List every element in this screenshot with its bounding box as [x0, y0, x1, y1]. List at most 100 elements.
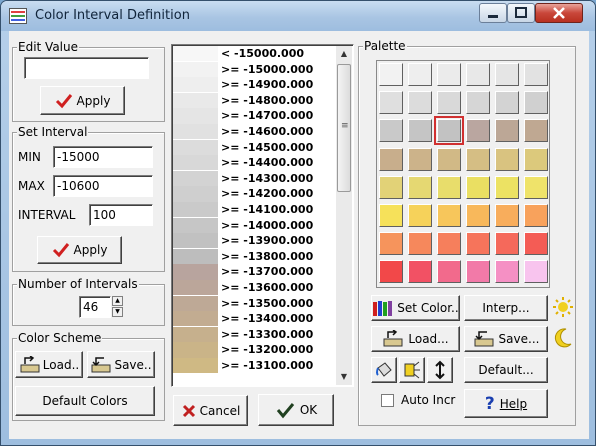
palette-cell[interactable]	[437, 232, 461, 256]
scroll-up-arrow-icon[interactable]: ▲	[336, 46, 352, 62]
palette-cell[interactable]	[408, 63, 432, 86]
palette-cell[interactable]	[379, 119, 403, 143]
palette-cell[interactable]	[524, 175, 548, 199]
edit-value-field[interactable]	[24, 57, 149, 79]
palette-cell[interactable]	[379, 91, 403, 115]
interval-list-scrollbar[interactable]: ▲ ≡ ▼	[336, 46, 352, 385]
default-colors-button[interactable]: Default Colors	[15, 386, 155, 416]
auto-incr-checkbox[interactable]	[381, 394, 394, 407]
interval-swatch	[173, 358, 218, 374]
palette-cell[interactable]	[408, 204, 432, 227]
palette-load-button[interactable]: Load...	[371, 326, 460, 352]
palette-cell[interactable]	[437, 91, 461, 115]
palette-cell[interactable]	[379, 175, 403, 199]
palette-cell[interactable]	[466, 175, 490, 199]
palette-cell[interactable]	[495, 260, 519, 284]
palette-cell[interactable]	[408, 119, 432, 143]
palette-cell[interactable]	[524, 119, 548, 143]
sun-icon[interactable]	[552, 295, 574, 319]
checkmark-icon	[55, 93, 72, 108]
palette-cell[interactable]	[466, 147, 490, 171]
interval-field[interactable]: 100	[89, 204, 153, 226]
palette-cell[interactable]	[495, 63, 519, 86]
minimize-button[interactable]	[479, 3, 507, 23]
min-field[interactable]: -15000	[53, 146, 153, 168]
scheme-load-button[interactable]: Load..	[15, 351, 83, 378]
palette-cell[interactable]	[437, 175, 461, 199]
palette-cell[interactable]	[466, 63, 490, 86]
window-title: Color Interval Definition	[35, 8, 190, 23]
palette-cell[interactable]	[466, 232, 490, 256]
palette-cell[interactable]	[379, 63, 403, 86]
palette-cell[interactable]	[408, 232, 432, 256]
title-bar[interactable]: Color Interval Definition	[1, 1, 595, 31]
help-button[interactable]: ? Help	[464, 389, 548, 418]
palette-cell[interactable]	[379, 147, 403, 171]
palette-cell[interactable]	[466, 204, 490, 227]
color-scheme-label: Color Scheme	[17, 331, 103, 345]
close-button[interactable]	[535, 3, 583, 23]
set-interval-apply-button[interactable]: Apply	[37, 236, 122, 264]
palette-cell[interactable]	[408, 91, 432, 115]
palette-cell[interactable]	[379, 260, 403, 284]
palette-cell[interactable]	[524, 147, 548, 171]
palette-cell[interactable]	[408, 260, 432, 284]
palette-cell[interactable]	[495, 119, 519, 143]
interval-swatch	[173, 295, 218, 311]
palette-cell[interactable]	[524, 232, 548, 256]
interp-button[interactable]: Interp...	[464, 295, 548, 321]
interval-swatch	[173, 233, 218, 249]
palette-cell[interactable]	[466, 119, 490, 143]
palette-cell[interactable]	[495, 147, 519, 171]
reverse-button[interactable]	[427, 357, 453, 383]
spin-down-button[interactable]: ▼	[112, 307, 123, 317]
palette-cell[interactable]	[524, 91, 548, 115]
max-field[interactable]: -10600	[53, 175, 153, 197]
interval-label: >= -14100.000	[221, 203, 314, 216]
cancel-button[interactable]: Cancel	[173, 395, 248, 426]
interval-swatch	[173, 202, 218, 218]
edit-value-apply-button[interactable]: Apply	[40, 86, 125, 115]
palette-cell[interactable]	[437, 260, 461, 284]
palette-cell[interactable]	[408, 147, 432, 171]
maximize-button[interactable]	[507, 3, 535, 23]
palette-cell[interactable]	[379, 204, 403, 227]
palette-cell[interactable]	[495, 91, 519, 115]
spin-up-button[interactable]: ▲	[112, 296, 123, 306]
interval-swatch	[173, 264, 218, 280]
scheme-save-button[interactable]: Save..	[87, 351, 155, 378]
palette-cell[interactable]	[437, 204, 461, 227]
palette-cell[interactable]	[495, 204, 519, 227]
highlight-button[interactable]	[399, 357, 425, 383]
interval-swatch	[173, 77, 218, 93]
minimize-icon	[488, 15, 498, 18]
save-icon	[474, 331, 494, 347]
palette-cell[interactable]	[524, 63, 548, 86]
palette-cell[interactable]	[466, 260, 490, 284]
palette-cell[interactable]	[495, 175, 519, 199]
palette-cell[interactable]	[466, 91, 490, 115]
number-of-intervals-field[interactable]: 46	[79, 296, 111, 318]
interval-swatch	[173, 124, 218, 140]
palette-cell[interactable]	[524, 260, 548, 284]
number-of-intervals-group: Number of Intervals 46 ▲ ▼	[12, 277, 165, 326]
paint-bucket-button[interactable]	[371, 357, 397, 383]
color-interval-dialog: Color Interval Definition Edit Value App…	[0, 0, 596, 446]
default-colors-label: Default Colors	[42, 394, 128, 408]
palette-cell[interactable]	[379, 232, 403, 256]
scroll-down-arrow-icon[interactable]: ▼	[336, 369, 352, 385]
palette-cell[interactable]	[437, 63, 461, 86]
ok-button[interactable]: OK	[258, 394, 334, 426]
set-color-button[interactable]: Set Color..	[371, 295, 460, 321]
moon-icon[interactable]	[552, 326, 574, 350]
palette-cell[interactable]	[434, 116, 464, 146]
palette-default-button[interactable]: Default...	[464, 357, 548, 383]
palette-save-button[interactable]: Save...	[464, 326, 548, 352]
palette-cell[interactable]	[408, 175, 432, 199]
spin-up-icon: ▲	[115, 297, 120, 304]
palette-cell[interactable]	[524, 204, 548, 227]
palette-cell[interactable]	[495, 232, 519, 256]
interval-list[interactable]: < -15000.000 >= -15000.000 >= -14900.000 >=…	[171, 44, 354, 387]
palette-cell[interactable]	[437, 147, 461, 171]
scroll-thumb[interactable]: ≡	[337, 64, 351, 192]
